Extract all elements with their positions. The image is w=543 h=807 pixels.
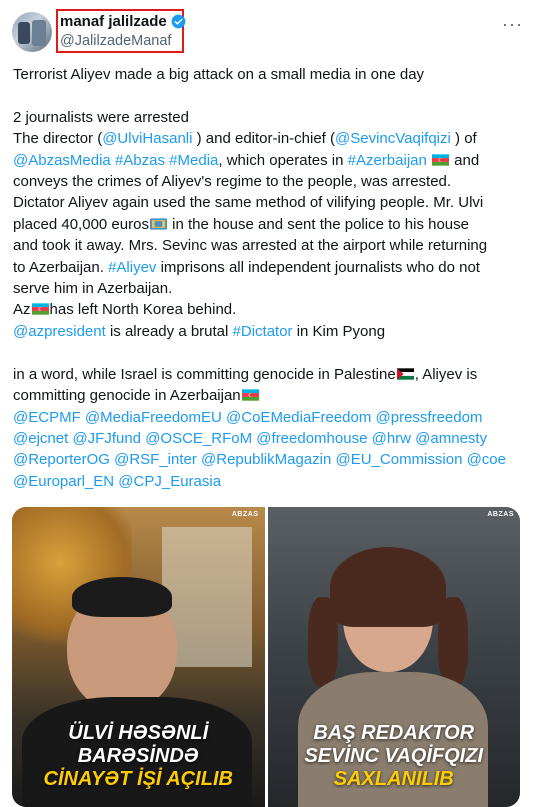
mention-link[interactable]: @pressfreedom [376,409,483,426]
caption-line: BARƏSİNDƏ [77,745,199,767]
caption-line: SEVİNC VAQİFQIZI [304,745,484,767]
palestine-flag-icon [396,368,414,380]
caption-line: ÜLVİ HƏSƏNLİ [68,722,209,744]
author-name[interactable]: manaf jalilzade [60,13,186,30]
avatar[interactable] [12,12,52,52]
photo-ulvi-hasanli[interactable]: ABZAS ÜLVİ HƏSƏNLİ BARƏSİNDƏ CİNAYƏT İŞİ A… [12,507,265,807]
mentions-row: @ECPMF @MediaFreedomEU @CoEMediaFreedom … [13,407,533,428]
mentions-row: @Europarl_EN @CPJ_Eurasia [13,471,533,492]
azerbaijan-flag-icon [432,153,450,166]
mention-link[interactable]: @hrw [372,430,411,447]
mention-link[interactable]: @coe [467,451,506,468]
hashtag-link[interactable]: #Azerbaijan [348,152,427,169]
media-grid: ABZAS ÜLVİ HƏSƏNLİ BARƏSİNDƏ CİNAYƏT İŞİ A… [12,507,520,807]
azerbaijan-flag-icon [31,303,49,316]
mention-link[interactable]: @ReporterOG [13,451,110,468]
mention-link[interactable]: @JFJfund [72,430,141,447]
caption-line: BAŞ REDAKTOR [313,722,475,744]
abzas-watermark: ABZAS [487,511,514,518]
hashtag-link[interactable]: #Aliyev [108,259,156,276]
mention-link[interactable]: @OSCE_RFoM [145,430,252,447]
mention-link[interactable]: @CoEMediaFreedom [226,409,371,426]
mention-link[interactable]: @ECPMF [13,409,81,426]
mention-link[interactable]: @azpresident [13,323,106,340]
mention-link[interactable]: @freedomhouse [256,430,367,447]
photo-sevinc-vaqifqizi[interactable]: ABZAS BAŞ REDAKTOR SEVİNC VAQİFQIZI SAXLAN… [267,507,520,807]
mention-link[interactable]: @UlviHasanli [102,130,192,147]
tweet-line: Terrorist Aliyev made a big attack on a … [13,66,425,83]
mention-link[interactable]: @ejcnet [13,430,68,447]
mention-link[interactable]: @SevincVaqifqizi [335,130,451,147]
azerbaijan-flag-icon [241,389,259,401]
tweet-line: 2 journalists were arrested [13,108,189,126]
mention-link[interactable]: @CPJ_Eurasia [118,473,221,490]
hashtag-link[interactable]: #Media [169,152,218,169]
mention-link[interactable]: @RepublikMagazin [201,451,331,468]
mentions-row: @ejcnet @JFJfund @OSCE_RFoM @freedomhous… [13,428,533,449]
mention-link[interactable]: @RSF_inter [114,451,197,468]
euro-banknote-icon [149,218,167,230]
hashtag-link[interactable]: #Abzas [115,152,165,169]
mention-link[interactable]: @Europarl_EN [13,473,114,490]
tweet-text: Terrorist Aliyev made a big attack on a … [13,64,533,492]
hashtag-link[interactable]: #Dictator [233,323,293,340]
mention-link[interactable]: @AbzasMedia [13,152,111,169]
mention-link[interactable]: @amnesty [415,430,487,447]
abzas-watermark: ABZAS [231,511,259,518]
more-options-icon[interactable]: ··· [502,14,523,35]
mentions-row: @ReporterOG @RSF_inter @RepublikMagazin … [13,449,533,470]
mention-link[interactable]: @MediaFreedomEU [85,409,222,426]
author-handle[interactable]: @JalilzadeManaf [60,33,171,49]
verified-badge-icon [171,14,186,29]
mention-link[interactable]: @EU_Commission [335,451,462,468]
